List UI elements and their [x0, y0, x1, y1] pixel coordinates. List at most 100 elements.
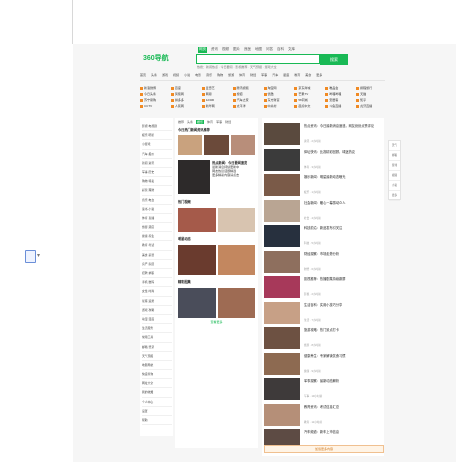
search-input[interactable] [196, 54, 320, 64]
tab-item[interactable]: 娱乐 [196, 120, 205, 124]
left-menu-item[interactable]: 房产·家居 [142, 260, 172, 269]
left-menu-item[interactable]: 教育·考试 [142, 241, 172, 251]
left-menu-item[interactable]: 彩票·理财 [142, 186, 172, 196]
category-link[interactable]: 更多 [316, 73, 322, 80]
news-item[interactable]: 健康养生：专家解读饮食习惯 健康 · 9小时前 [264, 352, 382, 378]
news-thumb[interactable] [264, 378, 300, 400]
news-title[interactable]: 财经观察：市场走势分析 [304, 252, 382, 256]
left-menu-item[interactable]: 新闻·资讯 [142, 159, 172, 168]
category-link[interactable]: 小说 [184, 73, 190, 80]
site-link[interactable]: 优酷 [264, 92, 293, 96]
site-link[interactable]: 今日头条 [140, 92, 169, 96]
left-menu-item[interactable]: 影视·电视剧 [142, 122, 172, 132]
left-menu-item[interactable]: 汽车·报价 [142, 150, 172, 159]
site-link[interactable]: 斗鱼直播 [325, 104, 354, 108]
photo-thumb[interactable] [230, 135, 255, 155]
chevron-down-icon[interactable]: ▾ [37, 252, 40, 259]
site-link[interactable]: 人民网 [171, 104, 200, 108]
category-link[interactable]: 首页 [140, 73, 146, 80]
side-tool-item[interactable]: 更多 [389, 191, 400, 201]
star-thumb[interactable] [217, 245, 255, 275]
category-link[interactable]: 旅游 [228, 73, 234, 80]
site-link[interactable]: 京东商城 [294, 86, 323, 90]
site-link[interactable]: 虎牙直播 [356, 104, 385, 108]
video-thumb[interactable] [217, 208, 255, 232]
news-thumb[interactable] [264, 301, 300, 324]
category-link[interactable]: 教育 [294, 73, 300, 80]
left-menu-item[interactable]: 网址大全 [142, 379, 172, 389]
category-link[interactable]: 星座 [283, 73, 289, 80]
top-link[interactable]: 图片 [233, 47, 240, 53]
video-thumb[interactable] [178, 208, 216, 232]
top-link[interactable]: 资讯 [211, 47, 218, 53]
site-link[interactable]: 爱奇艺 [202, 86, 231, 90]
news-title[interactable]: 体坛快讯：比赛精彩回顾，球迷热议 [304, 150, 382, 154]
news-item[interactable]: 旅游攻略：热门景点打卡 旅游 · 8小时前 [264, 326, 382, 352]
site-link[interactable]: 东方财富 [264, 98, 293, 102]
left-menu-item[interactable]: 娱乐·明星 [142, 131, 172, 141]
left-menu-item[interactable]: 旅游·酒店 [142, 223, 172, 233]
top-link[interactable]: 视频 [222, 47, 229, 53]
news-item[interactable]: 军事观察：最新动态解析 军事 · 10小时前 [264, 377, 382, 403]
side-tool-item[interactable]: 天气 [389, 141, 400, 151]
left-menu-item[interactable]: 女性·时尚 [142, 287, 172, 297]
news-thumb[interactable] [264, 250, 300, 273]
left-menu-item[interactable]: 动漫·漫画 [142, 315, 172, 325]
left-menu-item[interactable]: 招聘·求职 [142, 269, 172, 279]
middle-headline[interactable]: 今日热门新闻资讯推荐 [175, 126, 258, 133]
site-link[interactable]: 哔哩哔哩 [325, 92, 354, 96]
tab-item[interactable]: 军事 [216, 120, 222, 124]
news-thumb[interactable] [264, 225, 300, 247]
news-title[interactable]: 汽车频道：新车上市信息 [304, 430, 382, 434]
site-link[interactable]: 起点中文 [294, 104, 323, 108]
news-thumb[interactable] [264, 174, 300, 196]
top-link[interactable]: 文库 [288, 47, 295, 53]
site-link[interactable]: 新华网 [202, 104, 231, 108]
left-menu-item[interactable]: 设置 [142, 407, 172, 416]
site-link[interactable]: 芒果TV [294, 92, 323, 96]
tab-item[interactable]: 头条 [187, 120, 193, 124]
left-menu-item[interactable]: 星座·运势 [142, 297, 172, 306]
site-link[interactable]: 唯品会 [325, 86, 354, 90]
left-menu-item[interactable]: 音乐·电台 [142, 196, 172, 205]
news-item[interactable]: 教育资讯：考试信息汇总 教育 · 11小时前 [264, 403, 382, 429]
category-link[interactable]: 头条 [151, 73, 157, 80]
category-link[interactable]: 视频 [173, 73, 179, 80]
site-link[interactable]: 凤凰网 [171, 92, 200, 96]
site-link[interactable]: 天猫 [356, 92, 385, 96]
left-menu-item[interactable]: 游戏·攻略 [142, 306, 172, 315]
news-title[interactable]: 社会新闻：暖心一幕感动众人 [304, 201, 382, 205]
category-link[interactable]: 音乐 [206, 73, 212, 80]
left-menu-item[interactable]: 快递查询 [142, 370, 172, 380]
side-tool-item[interactable]: 小说 [389, 181, 400, 191]
side-tool-item[interactable]: 邮箱 [389, 151, 400, 161]
category-link[interactable]: 电影 [195, 73, 201, 80]
top-link[interactable]: 网页 [198, 47, 207, 53]
news-thumb[interactable] [264, 276, 300, 298]
site-link[interactable]: 拼多多 [171, 98, 200, 102]
news-item[interactable]: 科技前沿：新品发布引关注 科技 · 5小时前 [264, 224, 382, 250]
news-title[interactable]: 军事观察：最新动态解析 [304, 379, 382, 383]
story-image[interactable] [178, 160, 211, 194]
tab-item[interactable]: 体育 [207, 120, 213, 124]
side-tool-item[interactable]: 游戏 [389, 161, 400, 171]
news-item[interactable]: 财经观察：市场走势分析 财经 · 6小时前 [264, 250, 382, 276]
load-more-button[interactable]: 加载更多内容 [264, 445, 384, 453]
left-menu-item[interactable]: 天气预报 [142, 352, 172, 361]
tab-item[interactable]: 推荐 [178, 120, 184, 124]
left-menu-item[interactable]: 地图导航 [142, 361, 172, 371]
site-link[interactable]: 百度 [171, 86, 200, 90]
more-link[interactable]: 查看更多 [175, 320, 258, 324]
site-link[interactable]: 中关村 [264, 104, 293, 108]
site-link[interactable]: 58同城 [294, 98, 323, 102]
news-title[interactable]: 热点资讯：今日最新消息速递，网友纷纷点赞评论 [304, 124, 382, 128]
left-menu-item[interactable]: 邮箱·登录 [142, 343, 172, 352]
left-menu-item[interactable]: 手机·数码 [142, 278, 172, 288]
hot-words[interactable]: 热搜：新闻热点 · 今日要闻 · 影视推荐 · 天气预报 · 游戏大全 [197, 65, 357, 69]
category-link[interactable]: 汽车 [272, 73, 278, 80]
site-logo[interactable]: 360导航 [143, 53, 169, 63]
tab-item[interactable]: 财经 [225, 120, 231, 124]
category-link[interactable]: 购物 [217, 73, 223, 80]
news-title[interactable]: 教育资讯：考试信息汇总 [304, 405, 382, 409]
gallery-thumb[interactable] [178, 288, 216, 318]
